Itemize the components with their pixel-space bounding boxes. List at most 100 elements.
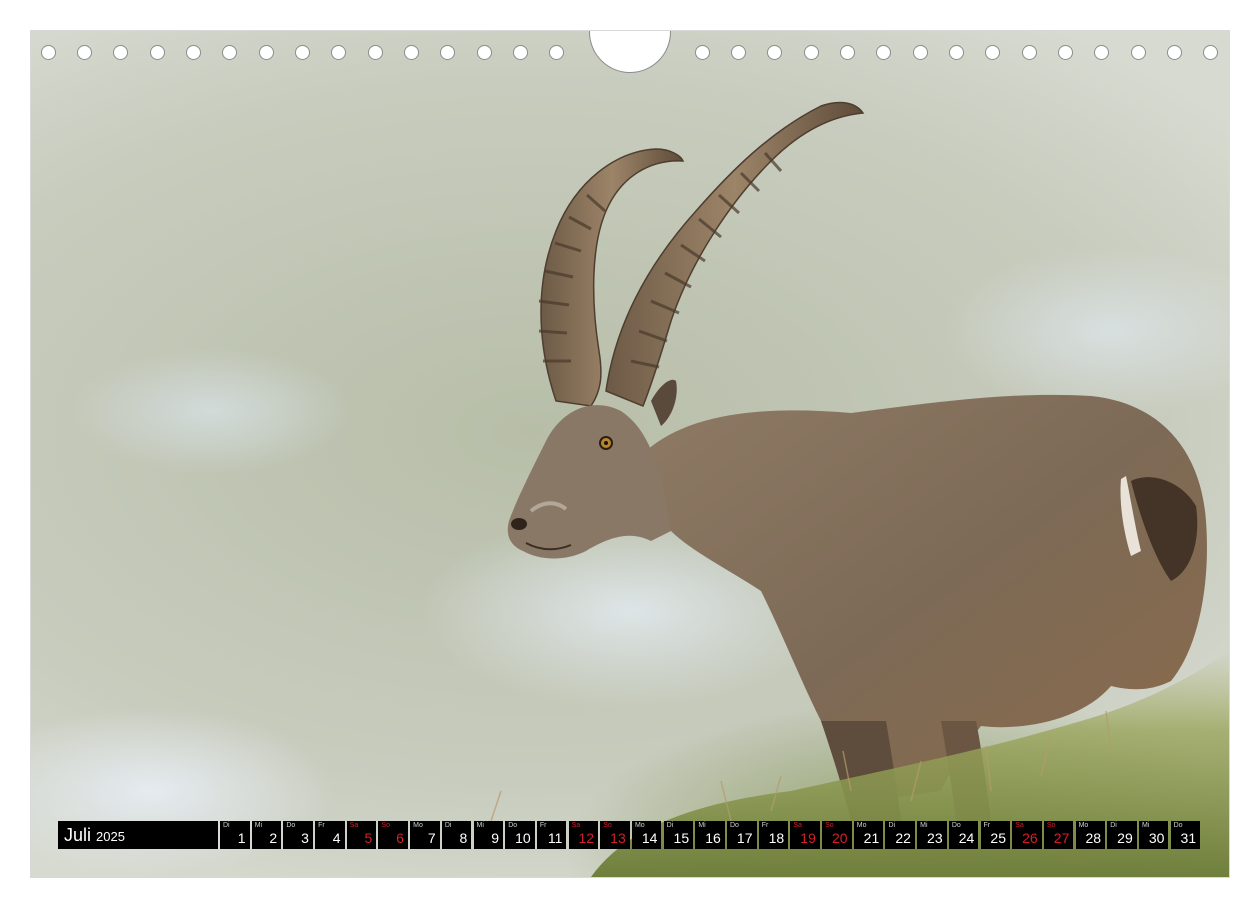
day-number: 24	[958, 830, 975, 846]
weekday-abbrev: Sa	[349, 822, 359, 829]
day-number: 26	[1022, 830, 1038, 846]
day-cell: Di 8	[441, 821, 472, 849]
weekday-abbrev: Mi	[476, 822, 484, 829]
day-cell: Sa 12	[568, 821, 599, 849]
weekday-abbrev: Mo	[1078, 822, 1089, 829]
day-cell: So 27	[1043, 821, 1074, 849]
day-cell: Fr 25	[980, 821, 1010, 849]
day-cell: So 20	[822, 821, 852, 849]
day-cell: Mi 23	[917, 821, 947, 849]
weekday-abbrev: Mo	[856, 822, 867, 829]
weekday-abbrev: Mi	[254, 822, 263, 829]
day-number: 31	[1180, 830, 1197, 846]
weekday-abbrev: Mi	[1141, 822, 1150, 829]
weekday-abbrev: Di	[666, 822, 674, 829]
weekday-abbrev: Fr	[761, 822, 769, 829]
weekday-abbrev: Sa	[571, 822, 581, 829]
day-cells: Di 1 Mi 2 Do 3 Fr 4 Sa 5 So 6 Mo 7 Di 8 Mi 9 Do 10 Fr 11 Sa 12 S…	[220, 821, 1202, 849]
day-number: 15	[673, 830, 690, 846]
day-cell: So 6	[378, 821, 408, 849]
weekday-abbrev: So	[1046, 822, 1056, 829]
day-number: 17	[736, 830, 753, 846]
day-number: 30	[1148, 830, 1165, 846]
day-number: 28	[1085, 830, 1102, 846]
day-number: 5	[364, 830, 373, 846]
day-number: 13	[610, 830, 626, 846]
day-cell: Di 22	[885, 821, 915, 849]
weekday-abbrev: Do	[730, 822, 739, 829]
weekday-abbrev: Do	[508, 822, 518, 829]
day-cell: Sa 5	[346, 821, 377, 849]
year: 2025	[96, 828, 125, 844]
day-number: 2	[269, 830, 278, 846]
day-number: 22	[895, 830, 911, 846]
day-number: 1	[237, 830, 246, 846]
day-number: 19	[800, 830, 816, 846]
day-cell: Mi 16	[695, 821, 725, 849]
day-number: 29	[1117, 830, 1133, 846]
calendar-page	[31, 31, 1229, 877]
weekday-abbrev: Sa	[1015, 822, 1024, 829]
day-cell: Do 24	[948, 821, 979, 849]
day-cell: Do 31	[1170, 821, 1201, 849]
day-cell: So 13	[600, 821, 630, 849]
day-number: 3	[301, 830, 309, 846]
day-number: 14	[641, 830, 658, 846]
day-number: 10	[515, 830, 531, 846]
weekday-abbrev: Fr	[983, 822, 991, 829]
weekday-abbrev: Mi	[920, 822, 928, 829]
day-cell: Mo 21	[853, 821, 884, 849]
weekday-abbrev: So	[825, 822, 834, 829]
weekday-abbrev: Mi	[698, 822, 706, 829]
weekday-abbrev: Fr	[539, 822, 547, 829]
day-cell: Mi 2	[251, 821, 282, 849]
day-cell: Mo 7	[410, 821, 440, 849]
weekday-abbrev: Mo	[413, 822, 423, 829]
day-cell: Fr 11	[536, 821, 567, 849]
day-number: 6	[396, 830, 404, 846]
month-name: Juli	[64, 824, 92, 845]
ibex-photo	[490, 101, 1229, 877]
weekday-abbrev: Do	[286, 822, 296, 829]
day-number: 16	[705, 830, 721, 846]
day-number: 21	[863, 830, 880, 846]
day-number: 27	[1053, 830, 1070, 846]
day-number: 18	[768, 830, 785, 846]
weekday-abbrev: Sa	[793, 822, 802, 829]
day-cell: Mi 30	[1138, 821, 1169, 849]
day-cell: Di 29	[1107, 821, 1137, 849]
day-number: 25	[990, 830, 1006, 846]
day-cell: Do 10	[505, 821, 535, 849]
day-number: 7	[427, 830, 436, 846]
day-number: 4	[332, 830, 341, 846]
day-cell: Di 1	[220, 821, 250, 849]
day-number: 8	[459, 830, 468, 846]
day-cell: Mo 28	[1075, 821, 1106, 849]
calendar-bar: Juli 2025 Di 1 Mi 2 Do 3 Fr 4 Sa 5 So 6 Mo 7 Di 8 Mi 9 Do 1…	[58, 821, 1202, 849]
day-number: 12	[578, 830, 595, 846]
weekday-abbrev: Di	[223, 822, 230, 829]
horn-right	[605, 101, 865, 407]
day-number: 9	[491, 830, 499, 846]
day-number: 23	[927, 830, 943, 846]
day-cell: Fr 18	[758, 821, 789, 849]
weekday-abbrev: Di	[1110, 822, 1117, 829]
weekday-abbrev: Di	[444, 822, 452, 829]
weekday-abbrev: Di	[888, 822, 896, 829]
weekday-abbrev: Do	[951, 822, 961, 829]
month-label: Juli 2025	[58, 821, 218, 849]
day-cell: Mo 14	[631, 821, 662, 849]
day-cell: Di 15	[663, 821, 694, 849]
day-cell: Do 17	[727, 821, 757, 849]
weekday-abbrev: So	[381, 822, 390, 829]
day-cell: Do 3	[283, 821, 313, 849]
ibex-ear	[651, 379, 677, 426]
weekday-abbrev: Do	[1173, 822, 1183, 829]
day-cell: Fr 4	[315, 821, 345, 849]
day-cell: Sa 19	[790, 821, 820, 849]
day-number: 20	[831, 830, 848, 846]
day-number: 11	[547, 830, 563, 846]
weekday-abbrev: Mo	[634, 822, 645, 829]
weekday-abbrev: Fr	[318, 822, 325, 829]
day-cell: Sa 26	[1012, 821, 1042, 849]
